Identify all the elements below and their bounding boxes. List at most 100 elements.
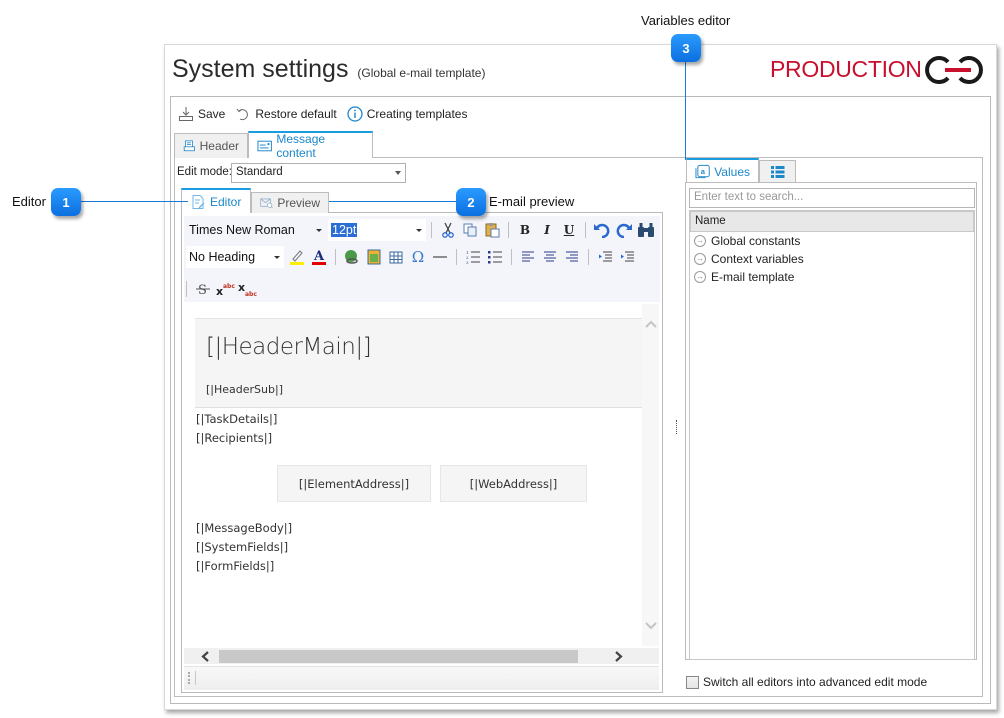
underline-button[interactable]: U [558,219,580,241]
omega-icon: Ω [411,248,425,266]
list-item-context-variables[interactable]: → Context variables [694,252,804,266]
superscript-button[interactable]: x abc [214,278,236,300]
italic-icon: I [544,223,550,237]
indent-icon [621,251,634,262]
horizontal-rule-button[interactable] [429,246,451,268]
find-button[interactable] [635,219,657,241]
advanced-mode-checkbox[interactable] [686,675,699,689]
paragraph-style-select[interactable]: No Heading [186,246,284,268]
scroll-left-icon[interactable] [200,651,210,662]
system-fields-placeholder: [|SystemFields|] [196,540,289,554]
scroll-down-icon[interactable] [645,622,657,630]
expand-arrow-icon: → [694,235,706,247]
expand-arrow-icon: → [694,271,706,283]
web-address-box: [|WebAddress|] [440,465,587,502]
vertical-scrollbar[interactable] [642,304,659,646]
logo-text: PRODUCTION [770,56,922,82]
scroll-up-icon[interactable] [645,320,657,328]
italic-button[interactable]: I [536,219,558,241]
separator [456,249,457,265]
chevron-down-icon [395,171,401,175]
editor-status-bar [184,666,659,690]
insert-link-button[interactable] [341,246,363,268]
svg-text:A: A [313,249,325,264]
restore-label: Restore default [255,107,337,121]
save-label: Save [198,107,226,121]
font-size-select[interactable]: 12pt [328,219,426,241]
highlight-color-button[interactable] [286,246,308,268]
align-right-icon [566,251,578,262]
grip-handle[interactable] [188,672,190,684]
callout-badge-3: 3 [671,34,701,62]
chevron-down-icon [316,229,322,232]
tab-values[interactable]: a Values [686,158,759,183]
tab-message-content[interactable]: Message content [248,131,373,160]
edit-mode-select[interactable]: Standard [231,163,406,183]
toolbar-row-3: S x abc x abc [186,277,258,301]
preview-icon [260,198,273,209]
edit-mode-value: Standard [236,166,283,178]
tab-list-view[interactable] [759,160,796,183]
indent-button[interactable] [616,246,638,268]
insert-image-button[interactable] [363,246,385,268]
header-sub-placeholder: [|HeaderSub|] [206,383,283,396]
bullet-list-button[interactable] [484,246,506,268]
strikethrough-button[interactable]: S [192,278,214,300]
outdent-button[interactable] [594,246,616,268]
form-fields-placeholder: [|FormFields|] [196,559,275,573]
highlighter-icon [290,250,304,265]
paste-icon [485,223,500,238]
align-center-button[interactable] [539,246,561,268]
image-icon [367,249,381,265]
copy-icon [463,223,477,237]
numbered-list-button[interactable]: 123 [462,246,484,268]
callout-3-label: Variables editor [641,13,731,28]
undo-button[interactable] [591,219,613,241]
expand-arrow-icon: → [694,253,706,265]
paragraph-style-value: No Heading [189,250,256,264]
outdent-icon [599,251,612,262]
splitter-handle[interactable] [676,420,677,434]
variables-search-input[interactable]: Enter text to search... [689,188,975,208]
undo-icon [594,223,610,238]
tab-header[interactable]: Header [174,133,248,158]
bullet-list-icon [488,251,502,264]
separator [588,249,589,265]
subscript-button[interactable]: x abc [236,278,258,300]
font-color-button[interactable]: A [308,246,330,268]
element-address-placeholder: [|ElementAddress|] [298,476,410,491]
subscript-icon: xabc [238,281,257,297]
tab-editor[interactable]: Editor [181,188,251,213]
callout-1-line [78,201,188,202]
copy-button[interactable] [459,219,481,241]
insert-symbol-button[interactable]: Ω [407,246,429,268]
bold-button[interactable]: B [514,219,536,241]
creating-templates-help-button[interactable]: Creating templates [347,106,467,122]
horizontal-scroll-thumb[interactable] [219,650,578,663]
align-left-button[interactable] [517,246,539,268]
tab-editor-label: Editor [210,194,242,209]
align-right-button[interactable] [561,246,583,268]
svg-text:3: 3 [466,260,469,265]
separator [431,222,432,238]
insert-table-button[interactable] [385,246,407,268]
column-header-name[interactable]: Name [690,211,974,232]
tab-preview[interactable]: Preview [251,192,329,213]
paste-button[interactable] [481,219,503,241]
element-address-box: [|ElementAddress|] [277,465,431,502]
font-name-value: Times New Roman [189,223,295,237]
advanced-mode-option[interactable]: Switch all editors into advanced edit mo… [686,675,927,689]
scroll-right-icon[interactable] [614,651,624,662]
list-item-global-constants[interactable]: → Global constants [694,234,800,248]
list-item-email-template[interactable]: → E-mail template [694,270,794,284]
callout-badge-1: 1 [51,188,81,216]
cut-button[interactable] [437,219,459,241]
separator [511,249,512,265]
chevron-down-icon [416,229,422,232]
font-name-select[interactable]: Times New Roman [186,219,326,241]
list-icon [770,166,784,178]
save-button[interactable]: Save [178,106,225,122]
redo-button[interactable] [613,219,635,241]
restore-default-button[interactable]: Restore default [235,106,337,122]
tab-message-content-label: Message content [276,131,326,160]
